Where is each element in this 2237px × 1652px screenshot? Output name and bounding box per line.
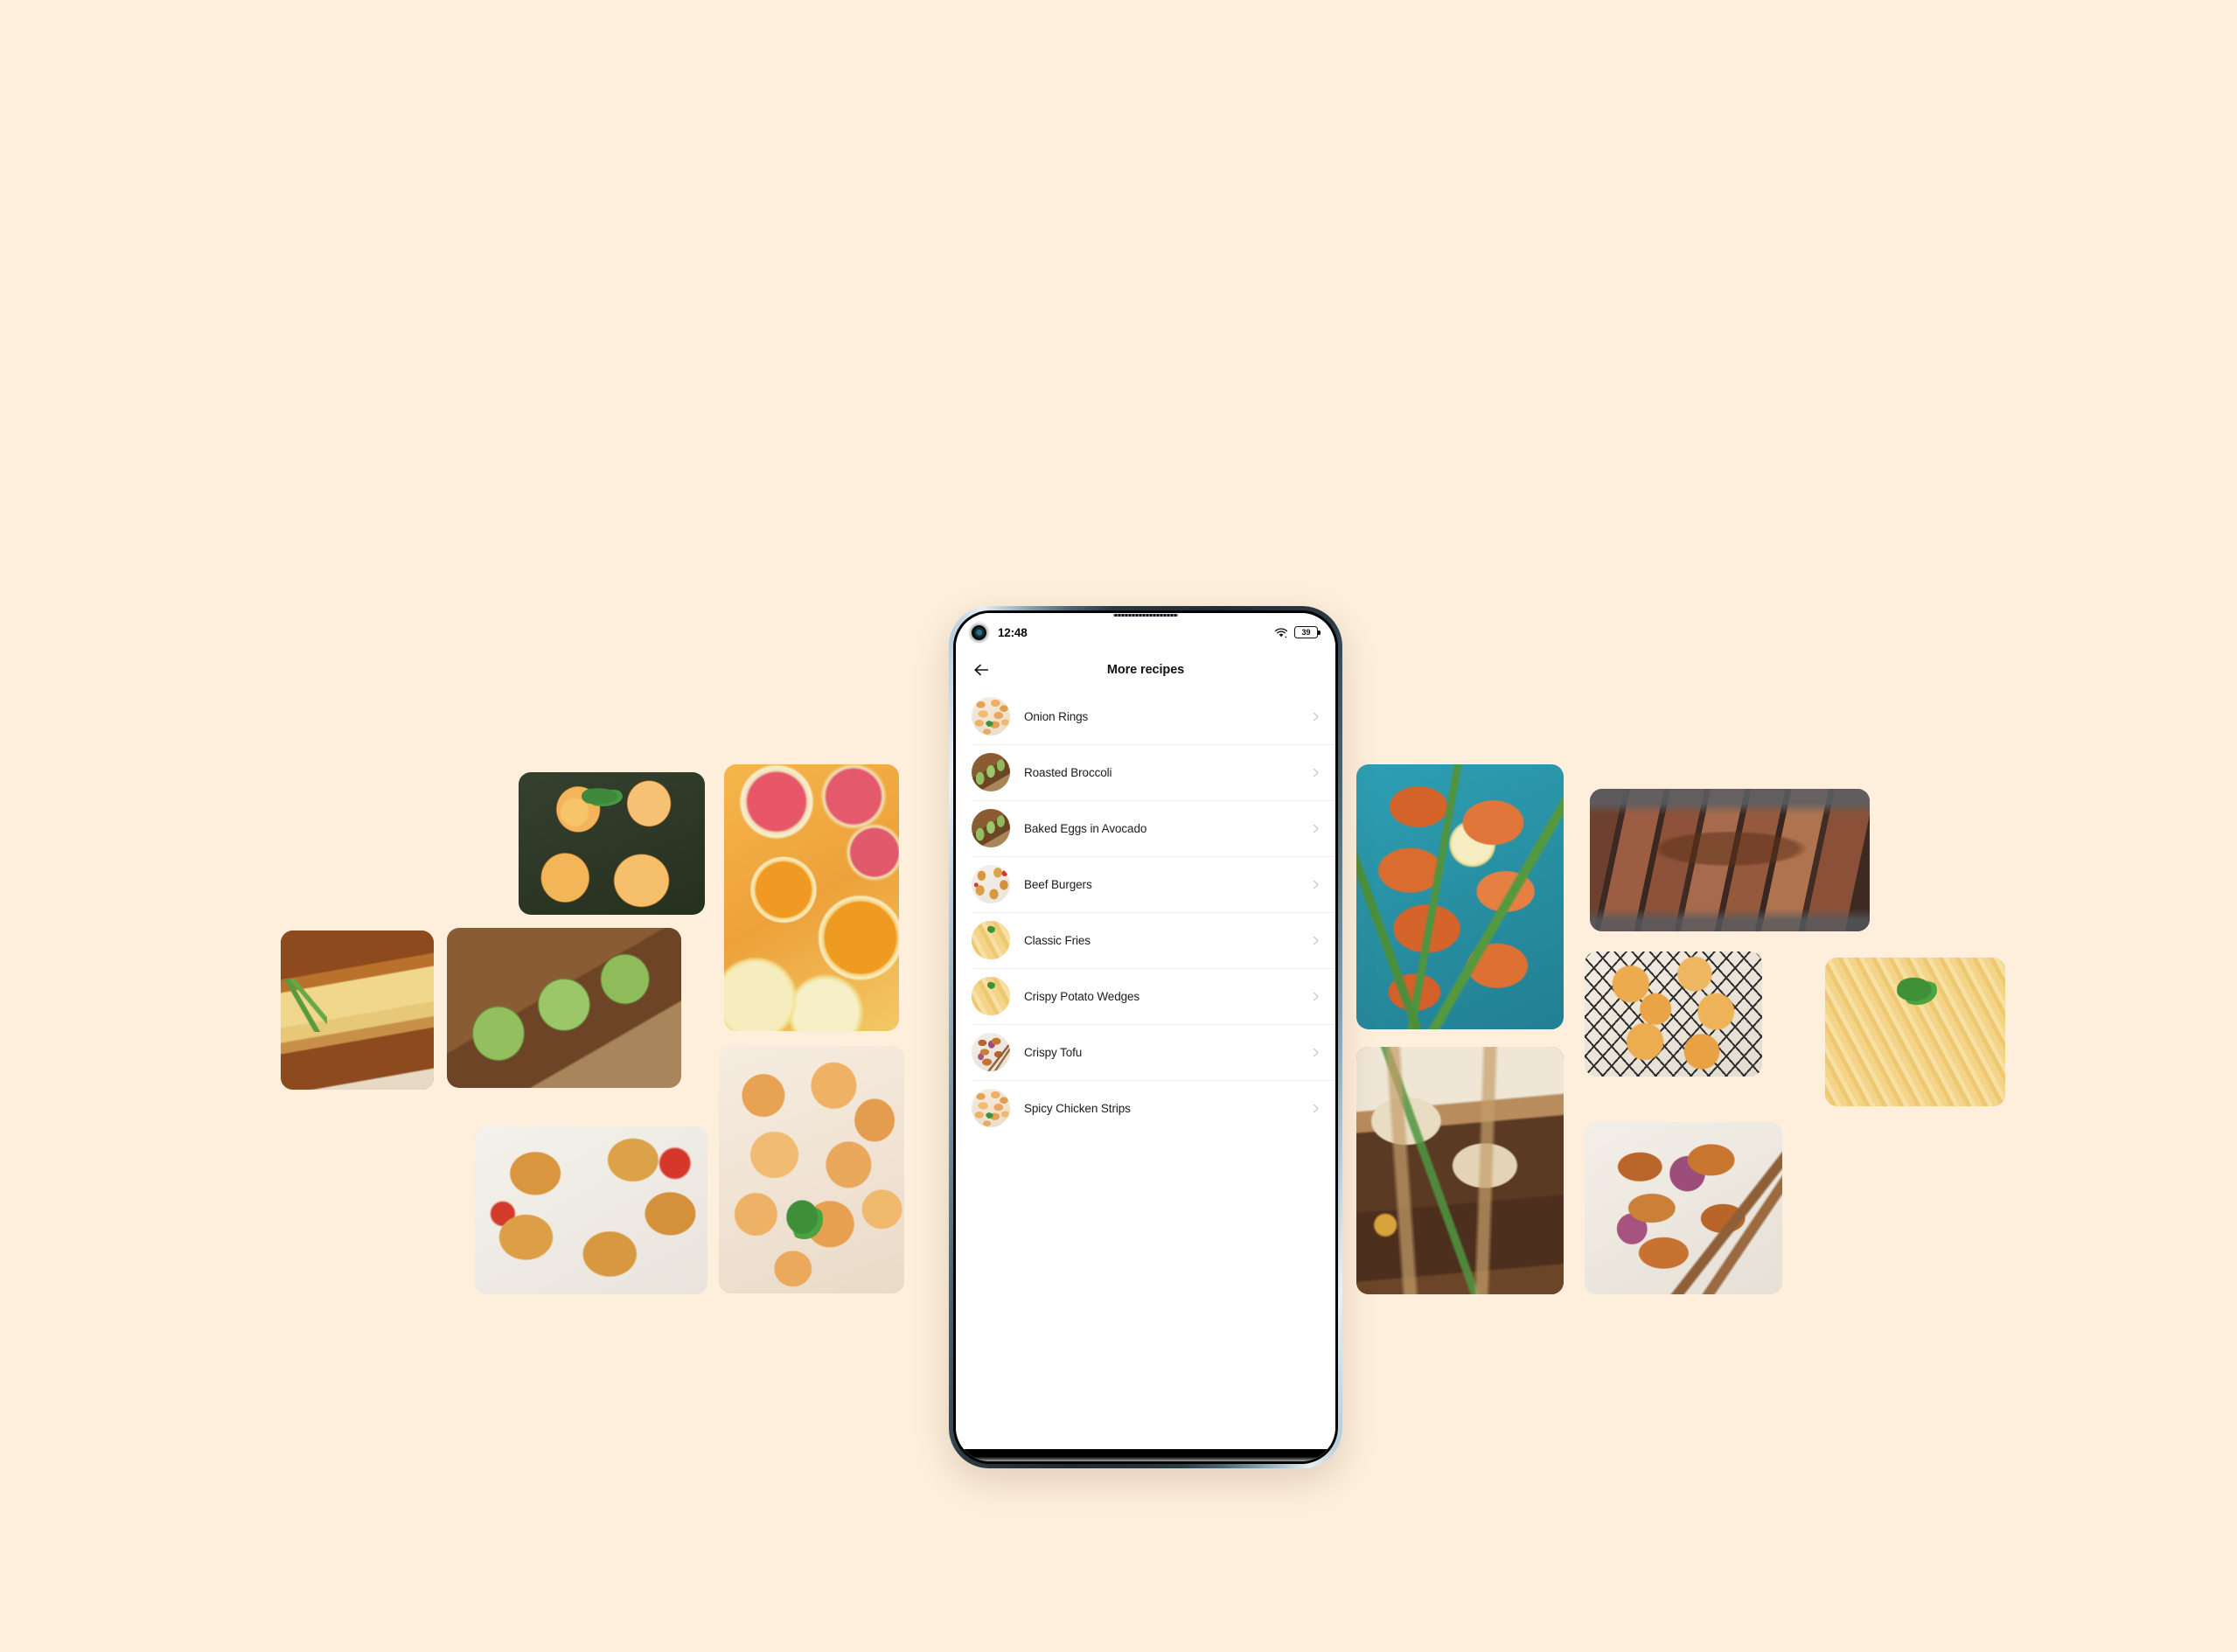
recipe-list-item[interactable]: Beef Burgers	[956, 856, 1335, 912]
photo-art	[519, 772, 705, 915]
collage-photo-stir-fry	[1585, 1122, 1782, 1294]
battery-level-label: 39	[1301, 627, 1311, 637]
thumbnail-art	[972, 809, 1010, 847]
recipe-thumbnail	[972, 1089, 1010, 1127]
chevron-right-icon[interactable]	[1310, 1103, 1321, 1114]
recipe-name-label: Spicy Chicken Strips	[1024, 1101, 1131, 1115]
collage-photo-butter-cookies	[1585, 951, 1762, 1077]
recipe-list-item[interactable]: Crispy Tofu	[956, 1024, 1335, 1080]
battery-icon: 39	[1294, 626, 1321, 638]
collage-photo-grilled-chicken	[1356, 764, 1564, 1029]
collage-photo-dessert-jars	[1356, 1047, 1564, 1294]
screenshot-canvas: 12:48 39 More recipes Onion Rings Roaste…	[0, 0, 2237, 1652]
recipe-thumbnail	[972, 1033, 1010, 1071]
front-camera-icon	[972, 624, 986, 640]
recipe-thumbnail	[972, 753, 1010, 791]
phone-mockup: 12:48 39 More recipes Onion Rings Roaste…	[949, 606, 1342, 1468]
phone-screen: 12:48 39 More recipes Onion Rings Roaste…	[956, 613, 1335, 1461]
recipe-name-label: Baked Eggs in Avocado	[1024, 821, 1147, 835]
photo-art	[724, 764, 899, 1031]
recipe-thumbnail	[972, 865, 1010, 903]
recipe-list-item[interactable]: Classic Fries	[956, 912, 1335, 968]
photo-art	[1590, 789, 1870, 931]
recipe-list-item[interactable]: Baked Eggs in Avocado	[956, 800, 1335, 856]
collage-photo-egg-tarts	[519, 772, 705, 915]
collage-photo-fried-nuggets	[719, 1046, 904, 1293]
page-title: More recipes	[1106, 663, 1185, 677]
phone-bezel: 12:48 39 More recipes Onion Rings Roaste…	[953, 610, 1338, 1464]
thumbnail-art	[972, 921, 1010, 959]
collage-photo-french-fries	[1825, 958, 2005, 1106]
thumbnail-art	[972, 1089, 1010, 1127]
recipe-list-item[interactable]: Roasted Broccoli	[956, 744, 1335, 800]
chevron-right-icon[interactable]	[1310, 879, 1321, 890]
recipe-list-item[interactable]: Crispy Potato Wedges	[956, 968, 1335, 1024]
recipe-name-label: Roasted Broccoli	[1024, 765, 1112, 779]
collage-photo-basque-cheesecake	[281, 931, 434, 1090]
recipe-thumbnail	[972, 809, 1010, 847]
back-arrow-icon[interactable]	[972, 660, 991, 680]
recipe-list-item[interactable]: Spicy Chicken Strips	[956, 1080, 1335, 1136]
status-bar-indicators: 39	[1274, 626, 1321, 638]
photo-art	[1585, 951, 1762, 1077]
chevron-right-icon[interactable]	[1310, 823, 1321, 834]
photo-art	[1825, 958, 2005, 1106]
status-bar: 12:48 39	[956, 613, 1335, 652]
chevron-right-icon[interactable]	[1310, 711, 1321, 722]
thumbnail-art	[972, 1033, 1010, 1071]
photo-art	[1585, 1122, 1782, 1294]
app-bar: More recipes	[956, 652, 1335, 688]
recipe-thumbnail	[972, 697, 1010, 735]
chevron-right-icon[interactable]	[1310, 1047, 1321, 1058]
collage-photo-citrus-slices	[724, 764, 899, 1031]
photo-art	[1356, 1047, 1564, 1294]
photo-art	[281, 931, 434, 1090]
chevron-right-icon[interactable]	[1310, 767, 1321, 778]
thumbnail-art	[972, 977, 1010, 1015]
thumbnail-art	[972, 697, 1010, 735]
collage-photo-taco-cups	[475, 1126, 707, 1294]
thumbnail-art	[972, 753, 1010, 791]
photo-art	[1356, 764, 1564, 1029]
recipe-name-label: Classic Fries	[1024, 933, 1091, 947]
chevron-right-icon[interactable]	[1310, 935, 1321, 946]
thumbnail-art	[972, 865, 1010, 903]
photo-art	[719, 1046, 904, 1293]
recipe-name-label: Onion Rings	[1024, 709, 1089, 723]
collage-photo-sliced-steak	[1590, 789, 1870, 931]
earpiece-speaker-icon	[1113, 614, 1178, 617]
recipe-thumbnail	[972, 921, 1010, 959]
recipe-name-label: Beef Burgers	[1024, 877, 1092, 891]
collage-photo-baked-eggs-avocado	[447, 928, 681, 1088]
recipe-list[interactable]: Onion Rings Roasted Broccoli Baked Eggs in…	[956, 688, 1335, 1461]
status-bar-clock: 12:48	[998, 625, 1028, 639]
recipe-thumbnail	[972, 977, 1010, 1015]
recipe-name-label: Crispy Tofu	[1024, 1045, 1083, 1059]
recipe-name-label: Crispy Potato Wedges	[1024, 989, 1140, 1003]
photo-art	[447, 928, 681, 1088]
chevron-right-icon[interactable]	[1310, 991, 1321, 1002]
recipe-list-item[interactable]: Onion Rings	[956, 688, 1335, 744]
wifi-icon	[1274, 627, 1288, 638]
photo-art	[475, 1126, 707, 1294]
